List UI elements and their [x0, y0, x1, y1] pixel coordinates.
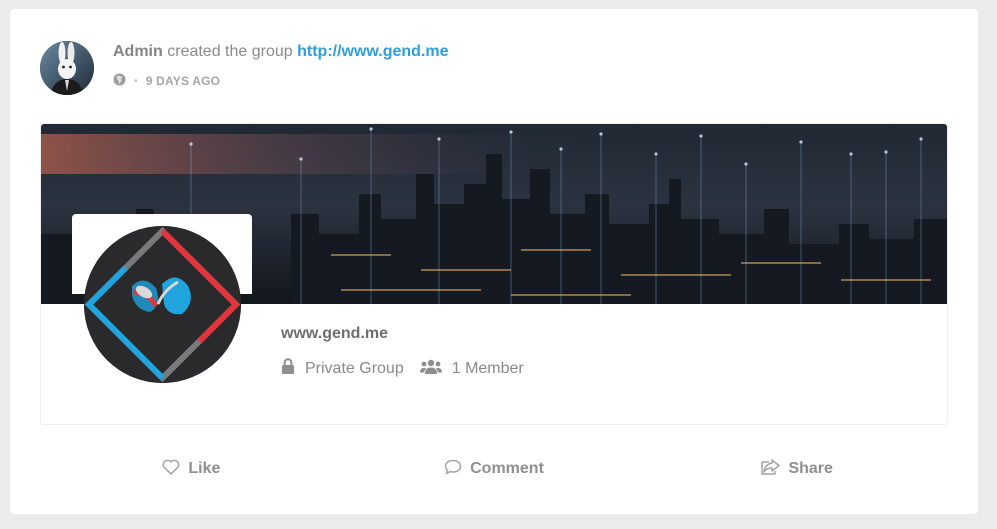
meta-separator: • — [134, 75, 138, 87]
share-button[interactable]: Share — [645, 449, 948, 489]
like-label: Like — [188, 460, 221, 477]
comment-label: Comment — [470, 460, 544, 477]
group-preview-card[interactable]: www.gend.me Private Group 1 Member — [40, 123, 948, 425]
group-name[interactable]: www.gend.me — [281, 325, 388, 343]
share-label: Share — [788, 460, 833, 477]
user-avatar[interactable] — [40, 41, 94, 95]
group-members: 1 Member — [419, 359, 524, 379]
comment-icon — [444, 459, 470, 480]
group-privacy: Private Group — [281, 358, 404, 379]
heart-icon — [162, 459, 188, 480]
action-text: created the group — [167, 43, 293, 60]
users-icon — [419, 359, 452, 379]
share-icon — [760, 458, 788, 480]
group-link[interactable]: http://www.gend.me — [297, 43, 448, 60]
group-logo[interactable] — [84, 226, 241, 383]
post-meta: • 9 DAYS AGO — [113, 73, 220, 89]
post-actions: Like Comment Share — [40, 449, 948, 489]
comment-button[interactable]: Comment — [343, 449, 646, 489]
actor-name[interactable]: Admin — [113, 43, 163, 60]
globe-icon — [113, 73, 126, 89]
activity-post-card: Admin created the group http://www.gend.… — [10, 9, 978, 514]
post-time[interactable]: 9 DAYS AGO — [146, 74, 220, 88]
group-members-label: 1 Member — [451, 359, 524, 377]
post-headline: Admin created the group http://www.gend.… — [113, 43, 449, 61]
lock-icon — [281, 358, 305, 379]
like-button[interactable]: Like — [40, 449, 343, 489]
group-privacy-label: Private Group — [305, 359, 404, 377]
group-info: Private Group 1 Member — [281, 358, 540, 379]
